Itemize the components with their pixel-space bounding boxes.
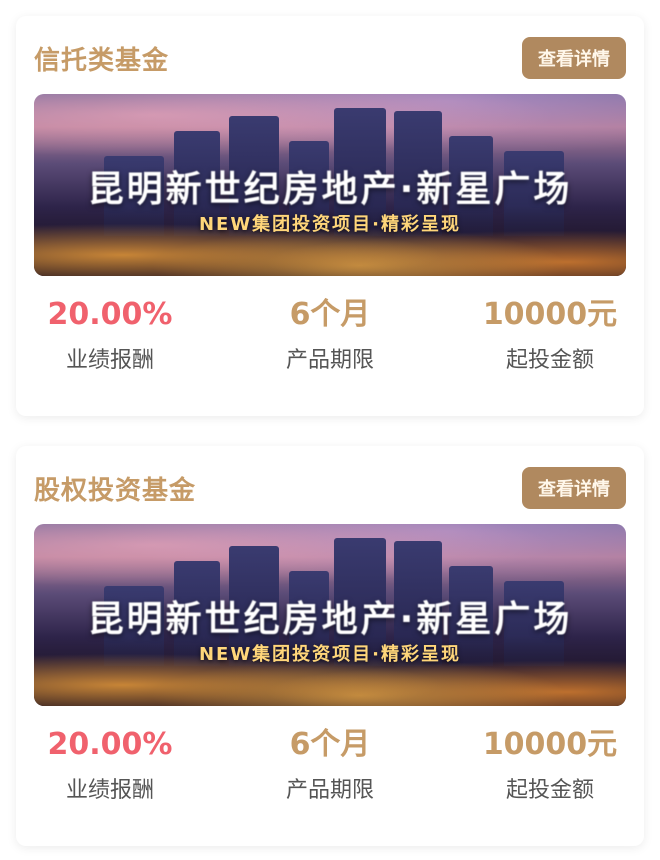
card-header: 股权投资基金 查看详情 (34, 466, 626, 510)
stat-label: 业绩报酬 (65, 348, 154, 373)
banner-title: 昆明新世纪房地产·新星广场 (87, 169, 573, 210)
stat-value: 6个月 (289, 297, 371, 332)
stat-return: 20.00% 业绩报酬 (40, 296, 180, 374)
product-card[interactable]: 信托类基金 查看详情 昆明新世纪房地产·新星广场 NEW集团投资项目·精彩呈现 … (16, 16, 644, 416)
stat-min-investment: 10000元 起投金额 (480, 296, 620, 374)
banner-subtitle: NEW集团投资项目·精彩呈现 (198, 214, 462, 235)
card-title: 信托类基金 (34, 45, 170, 76)
stat-value: 20.00% (47, 297, 173, 332)
stat-min-investment: 10000元 起投金额 (480, 726, 620, 804)
stat-label: 起投金额 (505, 348, 594, 373)
stat-term: 6个月 产品期限 (260, 726, 400, 804)
product-list: 信托类基金 查看详情 昆明新世纪房地产·新星广场 NEW集团投资项目·精彩呈现 … (0, 0, 660, 860)
stat-return: 20.00% 业绩报酬 (40, 726, 180, 804)
stats-row: 20.00% 业绩报酬 6个月 产品期限 10000元 起投金额 (34, 726, 626, 804)
stat-value: 20.00% (47, 727, 173, 762)
stat-label: 业绩报酬 (65, 778, 154, 803)
stat-term: 6个月 产品期限 (260, 296, 400, 374)
banner-title: 昆明新世纪房地产·新星广场 (87, 599, 573, 640)
stat-value: 10000元 (482, 727, 618, 762)
product-card[interactable]: 股权投资基金 查看详情 昆明新世纪房地产·新星广场 NEW集团投资项目·精彩呈现… (16, 446, 644, 846)
product-banner-image[interactable]: 昆明新世纪房地产·新星广场 NEW集团投资项目·精彩呈现 (34, 94, 626, 276)
view-details-button[interactable]: 查看详情 (522, 467, 626, 509)
stat-value: 6个月 (289, 727, 371, 762)
stat-label: 产品期限 (285, 348, 374, 373)
stat-label: 产品期限 (285, 778, 374, 803)
stat-label: 起投金额 (505, 778, 594, 803)
product-banner-image[interactable]: 昆明新世纪房地产·新星广场 NEW集团投资项目·精彩呈现 (34, 524, 626, 706)
banner-subtitle: NEW集团投资项目·精彩呈现 (198, 644, 462, 665)
stat-value: 10000元 (482, 297, 618, 332)
card-header: 信托类基金 查看详情 (34, 36, 626, 80)
view-details-button[interactable]: 查看详情 (522, 37, 626, 79)
card-title: 股权投资基金 (34, 475, 197, 506)
stats-row: 20.00% 业绩报酬 6个月 产品期限 10000元 起投金额 (34, 296, 626, 374)
